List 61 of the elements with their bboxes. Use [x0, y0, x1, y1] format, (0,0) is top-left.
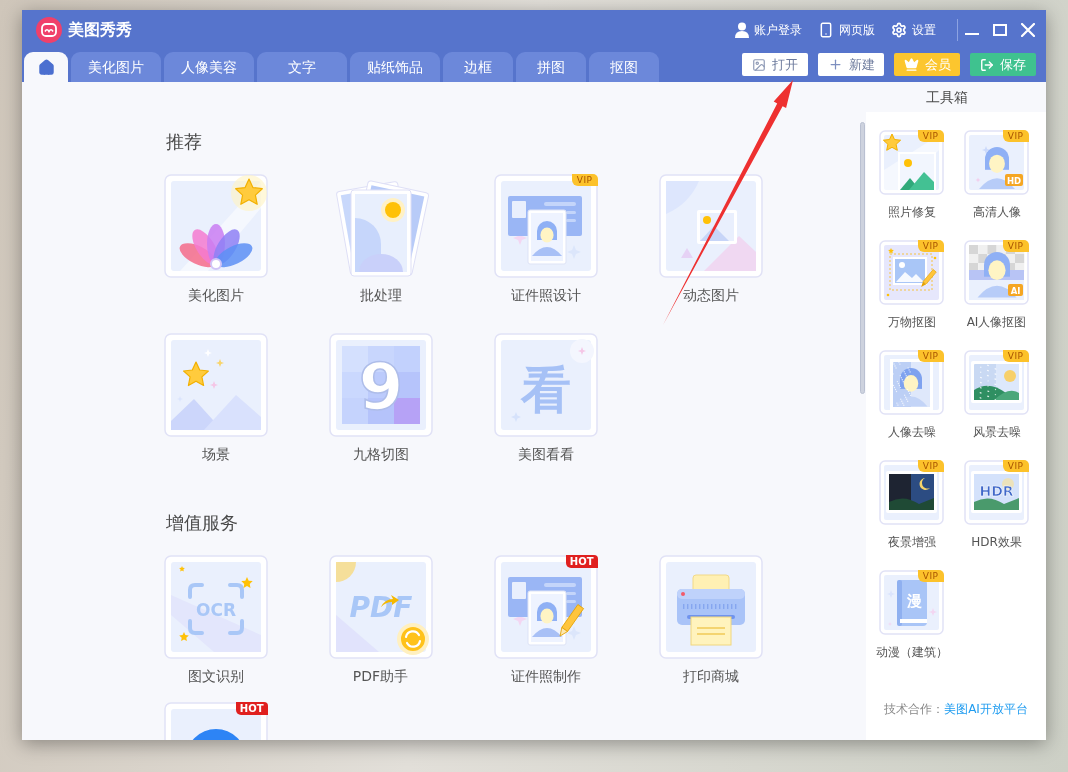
image-icon: [752, 57, 766, 72]
app-logo-icon: [36, 17, 62, 43]
vip-badge: VIP: [571, 174, 598, 186]
new-button[interactable]: 新建: [818, 53, 884, 76]
account-login-link[interactable]: 账户登录: [735, 22, 802, 38]
feature-button[interactable]: 场景: [163, 333, 268, 464]
feature-button[interactable]: 看 美图看看: [493, 333, 598, 464]
crown-icon: [903, 57, 919, 72]
vip-badge: VIP: [1002, 350, 1029, 362]
export-icon: [980, 57, 994, 72]
close-icon: [1021, 23, 1035, 37]
section-heading: 推荐: [166, 130, 203, 154]
minimize-icon: [965, 33, 979, 35]
vip-badge: VIP: [1002, 130, 1029, 142]
printer-icon: [658, 555, 763, 659]
vip-badge: VIP: [917, 130, 944, 142]
home-tab[interactable]: [24, 52, 68, 82]
framed-picture-icon: [658, 174, 763, 278]
grainy-landscape-icon: [964, 350, 1029, 415]
app-title: 美图秀秀: [68, 19, 132, 41]
nine-grid-icon: 9: [328, 333, 433, 437]
home-icon: [37, 58, 55, 76]
image-cutout-icon: [879, 240, 944, 305]
maximize-icon: [993, 24, 1007, 36]
ocr-scan-icon: OCR: [163, 555, 268, 659]
grainy-portrait-icon: [879, 350, 944, 415]
toolbox-title: 工具箱: [926, 87, 968, 107]
id-card-pencil-icon: [493, 555, 598, 659]
vip-badge: VIP: [917, 240, 944, 252]
settings-button[interactable]: 设置: [891, 22, 936, 38]
night-landscape-icon: [879, 460, 944, 525]
vip-badge: VIP: [1002, 240, 1029, 252]
pdf-convert-icon: PDF: [328, 555, 433, 659]
star-landscape-icon: [163, 333, 268, 437]
feature-button[interactable]: 批处理: [328, 174, 433, 305]
flower-photo-icon: [163, 174, 268, 278]
vip-badge: VIP: [917, 570, 944, 582]
feature-button[interactable]: [163, 702, 268, 740]
id-card-portrait-icon: [493, 174, 598, 278]
web-version-link[interactable]: 网页版: [818, 22, 875, 38]
feature-button[interactable]: 动态图片: [658, 174, 763, 305]
feature-button[interactable]: 9 九格切图: [328, 333, 433, 464]
section-heading: 增值服务: [166, 511, 239, 535]
footer-text: 技术合作：: [884, 701, 945, 717]
vip-badge: VIP: [1002, 460, 1029, 472]
hot-badge: HOT: [235, 702, 268, 715]
feature-button[interactable]: PDF PDF助手: [328, 555, 433, 686]
vip-badge: VIP: [917, 350, 944, 362]
feature-button[interactable]: 美化图片: [163, 174, 268, 305]
settings-icon: [891, 22, 907, 38]
feature-button[interactable]: 打印商城: [658, 555, 763, 686]
star-photo-icon: [879, 130, 944, 195]
scrollbar-thumb[interactable]: [860, 122, 865, 394]
phone-icon: [818, 22, 834, 38]
plus-icon: [827, 57, 843, 72]
open-button[interactable]: 打开: [742, 53, 808, 76]
feature-button[interactable]: OCR 图文识别: [163, 555, 268, 686]
hot-badge: HOT: [565, 555, 598, 568]
user-icon: [735, 22, 749, 38]
vip-badge: VIP: [917, 460, 944, 472]
character-tile-icon: 看: [493, 333, 598, 437]
